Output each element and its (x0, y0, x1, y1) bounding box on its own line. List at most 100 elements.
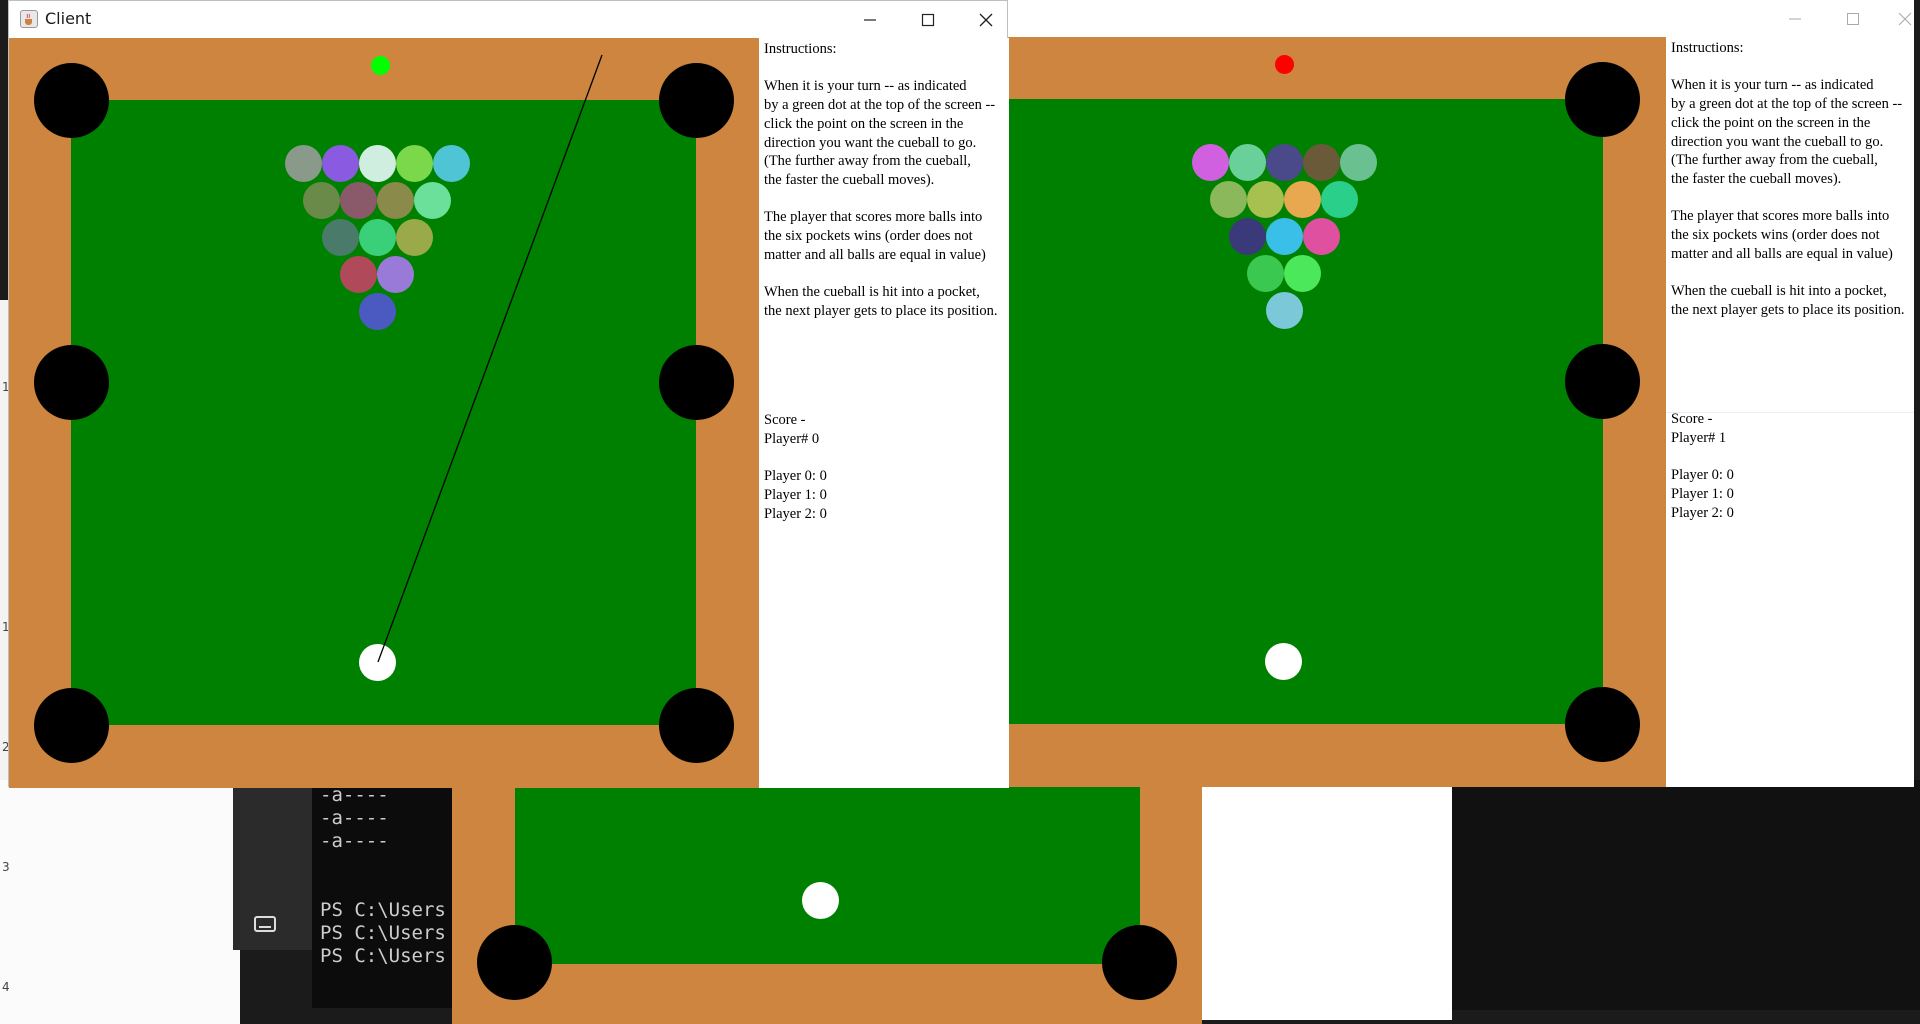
pocket (1565, 687, 1640, 762)
instruction-line: (The further away from the cueball, (764, 153, 971, 170)
instruction-line: the next player gets to place its positi… (764, 302, 998, 319)
instruction-line: When the cueball is hit into a pocket, (1671, 283, 1887, 300)
object-ball (1302, 144, 1340, 181)
background-pool-felt (515, 780, 1140, 964)
cueball (1265, 643, 1302, 680)
pool-table[interactable] (916, 37, 1666, 787)
maximize-icon (1847, 12, 1859, 25)
pocket (1565, 62, 1640, 137)
instruction-line: (The further away from the cueball, (1671, 152, 1878, 169)
score-line: Player 1: 0 (764, 486, 827, 503)
object-ball (1191, 144, 1229, 181)
instruction-line: matter and all balls are equal in value) (1671, 245, 1893, 262)
object-ball (1284, 255, 1321, 292)
object-ball (1247, 181, 1284, 218)
minimize-button[interactable] (841, 1, 899, 38)
instructions-text: When it is your turn -- as indicated by a… (1671, 76, 1914, 319)
object-ball (1302, 218, 1340, 255)
instruction-line: the faster the cueball moves). (1671, 170, 1842, 187)
instruction-line: When the cueball is hit into a pocket, (764, 284, 980, 301)
instructions-text: When it is your turn -- as indicated by a… (764, 77, 1009, 320)
object-ball (1265, 218, 1303, 255)
instruction-line: click the point on the screen in the (1671, 114, 1871, 131)
instruction-line: The player that scores more balls into (764, 209, 983, 226)
object-ball (1265, 144, 1303, 181)
title-bar[interactable] (916, 0, 1914, 37)
instruction-line: click the point on the screen in the (764, 115, 964, 132)
score-line: Player 0: 0 (764, 468, 827, 485)
pocket (1102, 925, 1177, 1000)
minimize-button[interactable] (1766, 0, 1824, 37)
instruction-line: the faster the cueball moves). (764, 171, 935, 188)
instruction-line: the six pockets wins (order does not (764, 228, 973, 245)
instruction-line (1671, 189, 1914, 208)
score-line: Player 0: 0 (1671, 467, 1734, 484)
object-ball (1339, 144, 1377, 181)
terminal-line: -a---- (320, 830, 389, 852)
instruction-line: the next player gets to place its positi… (1671, 301, 1905, 318)
object-ball (1247, 255, 1284, 292)
instruction-line: by a green dot at the top of the screen … (1671, 96, 1903, 113)
score-line: Player 1: 0 (1671, 485, 1734, 502)
object-ball (1265, 292, 1303, 329)
score-line: Player 2: 0 (1671, 504, 1734, 521)
instruction-line: The player that scores more balls into (1671, 208, 1890, 225)
score-panel: Score - Player# 1 Player 0: 0 Player 1: 0P… (1671, 410, 1734, 522)
close-icon (1898, 12, 1912, 25)
minimize-icon (1789, 18, 1801, 19)
pool-table[interactable] (9, 38, 759, 788)
instruction-line (764, 264, 1009, 283)
instruction-line (764, 190, 1009, 209)
ruler-number: 3 (2, 860, 10, 874)
instruction-line: direction you want the cueball to go. (764, 134, 977, 151)
divider (1666, 412, 1914, 413)
window-title: Client (45, 9, 92, 28)
background-window-panel (1200, 780, 1452, 1020)
player-id: Player# 0 (764, 430, 820, 447)
score-heading: Score - (764, 412, 806, 428)
object-ball (1284, 181, 1321, 218)
object-ball (1228, 218, 1266, 255)
java-cup-icon (20, 10, 38, 28)
instruction-line: matter and all balls are equal in value) (764, 246, 986, 263)
terminal-line: PS C:\Users (320, 899, 446, 921)
terminal-line: PS C:\Users (320, 945, 446, 967)
terminal-line: -a---- (320, 807, 389, 829)
instruction-line: by a green dot at the top of the screen … (764, 97, 996, 114)
close-button[interactable] (1876, 0, 1920, 37)
close-icon (979, 13, 993, 26)
instructions-heading: Instructions: (764, 41, 837, 57)
object-ball (1321, 181, 1358, 218)
player-id: Player# 1 (1671, 429, 1727, 446)
document-canvas (0, 780, 240, 1024)
terminal-line: PS C:\Users (320, 922, 446, 944)
pocket (1565, 344, 1640, 419)
terminal-output: -a---- -a---- -a---- PS C:\Users PS C:\User… (320, 784, 446, 968)
instructions-heading: Instructions: (1671, 40, 1744, 56)
instruction-line: When it is your turn -- as indicated (1671, 77, 1874, 94)
instruction-line (1671, 263, 1914, 282)
ruler-number: 4 (2, 980, 10, 994)
instruction-line: direction you want the cueball to go. (1671, 133, 1884, 150)
player1-window: Instructions: When it is your turn -- as… (916, 0, 1914, 787)
terminal-icon[interactable] (254, 916, 276, 932)
pocket (477, 925, 552, 1000)
minimize-icon (864, 18, 876, 21)
background-window-dark (1452, 780, 1920, 1010)
close-button[interactable] (957, 1, 1015, 38)
cueball (802, 882, 839, 919)
object-ball (1210, 181, 1247, 218)
maximize-icon (921, 13, 935, 26)
instruction-line: the six pockets wins (order does not (1671, 227, 1880, 244)
object-ball (1228, 144, 1266, 181)
client-window: Client Instructions: When it is your tur… (8, 0, 1009, 788)
aim-line (377, 54, 603, 663)
score-panel: Score - Player# 0 Player 0: 0 Player 1: 0 P… (764, 411, 827, 523)
instruction-line: When it is your turn -- as indicated (764, 78, 967, 95)
maximize-button[interactable] (899, 1, 957, 38)
score-line: Player 2: 0 (764, 505, 827, 522)
turn-indicator (1275, 55, 1294, 74)
maximize-button[interactable] (1824, 0, 1882, 37)
